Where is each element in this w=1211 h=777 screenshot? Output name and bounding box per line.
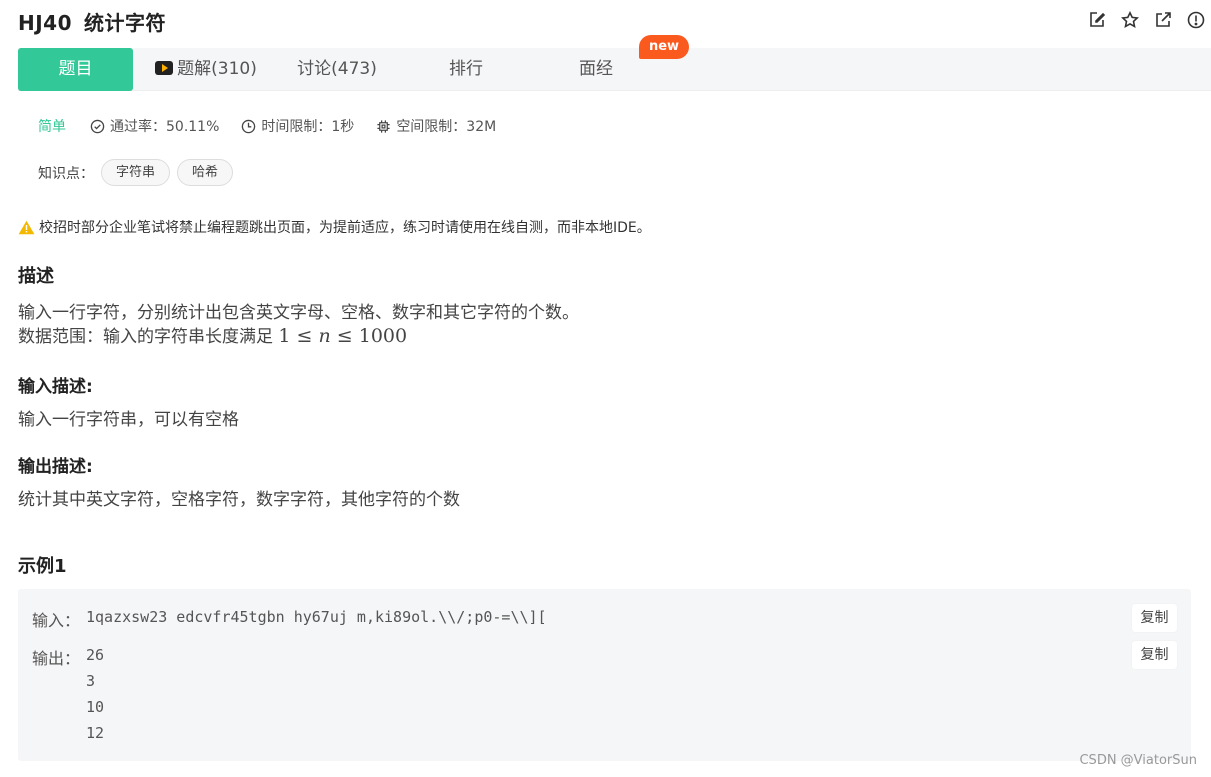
example-input-value: 1qazxsw23 edcvfr45tgbn hy67uj m,ki89ol.\… <box>86 608 547 626</box>
input-desc-heading: 输入描述: <box>18 377 93 397</box>
example-heading: 示例1 <box>18 556 67 577</box>
new-badge: new <box>639 35 689 59</box>
watermark: CSDN @ViatorSun <box>1079 753 1197 768</box>
copy-input-button[interactable]: 复制 <box>1132 604 1177 632</box>
tab-solutions[interactable]: 题解(310) <box>150 48 262 91</box>
time-limit-text: 时间限制：1秒 <box>261 119 355 135</box>
problem-name: 统计字符 <box>84 11 167 35</box>
pass-rate-text: 通过率：50.11% <box>110 119 220 135</box>
tab-problem[interactable]: 题目 <box>18 48 133 91</box>
knowledge-label: 知识点： <box>38 165 94 182</box>
warning-text: 校招时部分企业笔试将禁止编程题跳出页面，为提前适应，练习时请使用在线自测，而非本… <box>39 220 651 236</box>
time-limit: 时间限制：1秒 <box>241 116 354 136</box>
problem-code: HJ40 <box>18 11 73 35</box>
description-range-text: 数据范围：输入的字符串长度满足 <box>18 327 273 347</box>
output-desc-text: 统计其中英文字符，空格字符，数字字符，其他字符的个数 <box>18 490 460 510</box>
clock-icon <box>242 119 256 133</box>
tab-discussion[interactable]: 讨论(473) <box>286 48 388 91</box>
tab-solutions-label: 题解(310) <box>177 59 257 79</box>
difficulty-label: 简单 <box>38 119 66 135</box>
chip-icon <box>377 119 390 133</box>
example-output-line: 12 <box>86 724 105 742</box>
example-output-line: 3 <box>86 672 96 690</box>
problem-tabs: 题目 题解(310) 讨论(473) 排行 面经 <box>18 48 1211 91</box>
range-formula: 1 ≤ n ≤ 1000 <box>278 325 408 347</box>
description-line-2: 数据范围：输入的字符串长度满足 1 ≤ n ≤ 1000 <box>18 322 407 347</box>
pass-rate: 通过率：50.11% <box>90 116 219 136</box>
tab-ranking[interactable]: 排行 <box>436 48 496 91</box>
video-icon <box>155 61 174 75</box>
tag-string[interactable]: 字符串 <box>101 159 171 186</box>
example-output-label: 输出： <box>32 649 81 668</box>
warning-icon <box>18 220 35 234</box>
example-output-line: 10 <box>86 698 105 716</box>
warning-notice: 校招时部分企业笔试将禁止编程题跳出页面，为提前适应，练习时请使用在线自测，而非本… <box>18 217 651 237</box>
space-limit: 空间限制：32M <box>376 116 496 136</box>
output-desc-heading: 输出描述: <box>18 457 93 477</box>
description-line-1: 输入一行字符，分别统计出包含英文字母、空格、数字和其它字符的个数。 <box>18 303 579 323</box>
description-heading: 描述 <box>18 266 54 287</box>
example-input-label: 输入： <box>32 611 81 630</box>
problem-meta: 简单 通过率：50.11% 时间限制：1秒 空间限制：32M <box>38 116 518 136</box>
space-limit-text: 空间限制：32M <box>396 119 497 135</box>
header-actions <box>1087 10 1205 29</box>
page-title: HJ40 统计字符 <box>18 7 166 36</box>
check-circle-icon <box>90 119 105 133</box>
star-icon[interactable] <box>1120 10 1139 29</box>
tag-hash[interactable]: 哈希 <box>177 159 234 186</box>
example-output-line: 26 <box>86 646 105 664</box>
share-icon[interactable] <box>1153 10 1172 29</box>
copy-output-button[interactable]: 复制 <box>1132 641 1177 669</box>
problem-header: HJ40 统计字符 <box>0 0 1211 44</box>
knowledge-points: 知识点： 字符串 哈希 <box>38 159 234 186</box>
edit-icon[interactable] <box>1087 10 1106 29</box>
example-box: 输入： 1qazxsw23 edcvfr45tgbn hy67uj m,ki89… <box>18 589 1191 761</box>
input-desc-text: 输入一行字符串，可以有空格 <box>18 410 239 430</box>
tab-interview[interactable]: 面经 <box>566 48 626 91</box>
info-icon[interactable] <box>1186 10 1205 29</box>
